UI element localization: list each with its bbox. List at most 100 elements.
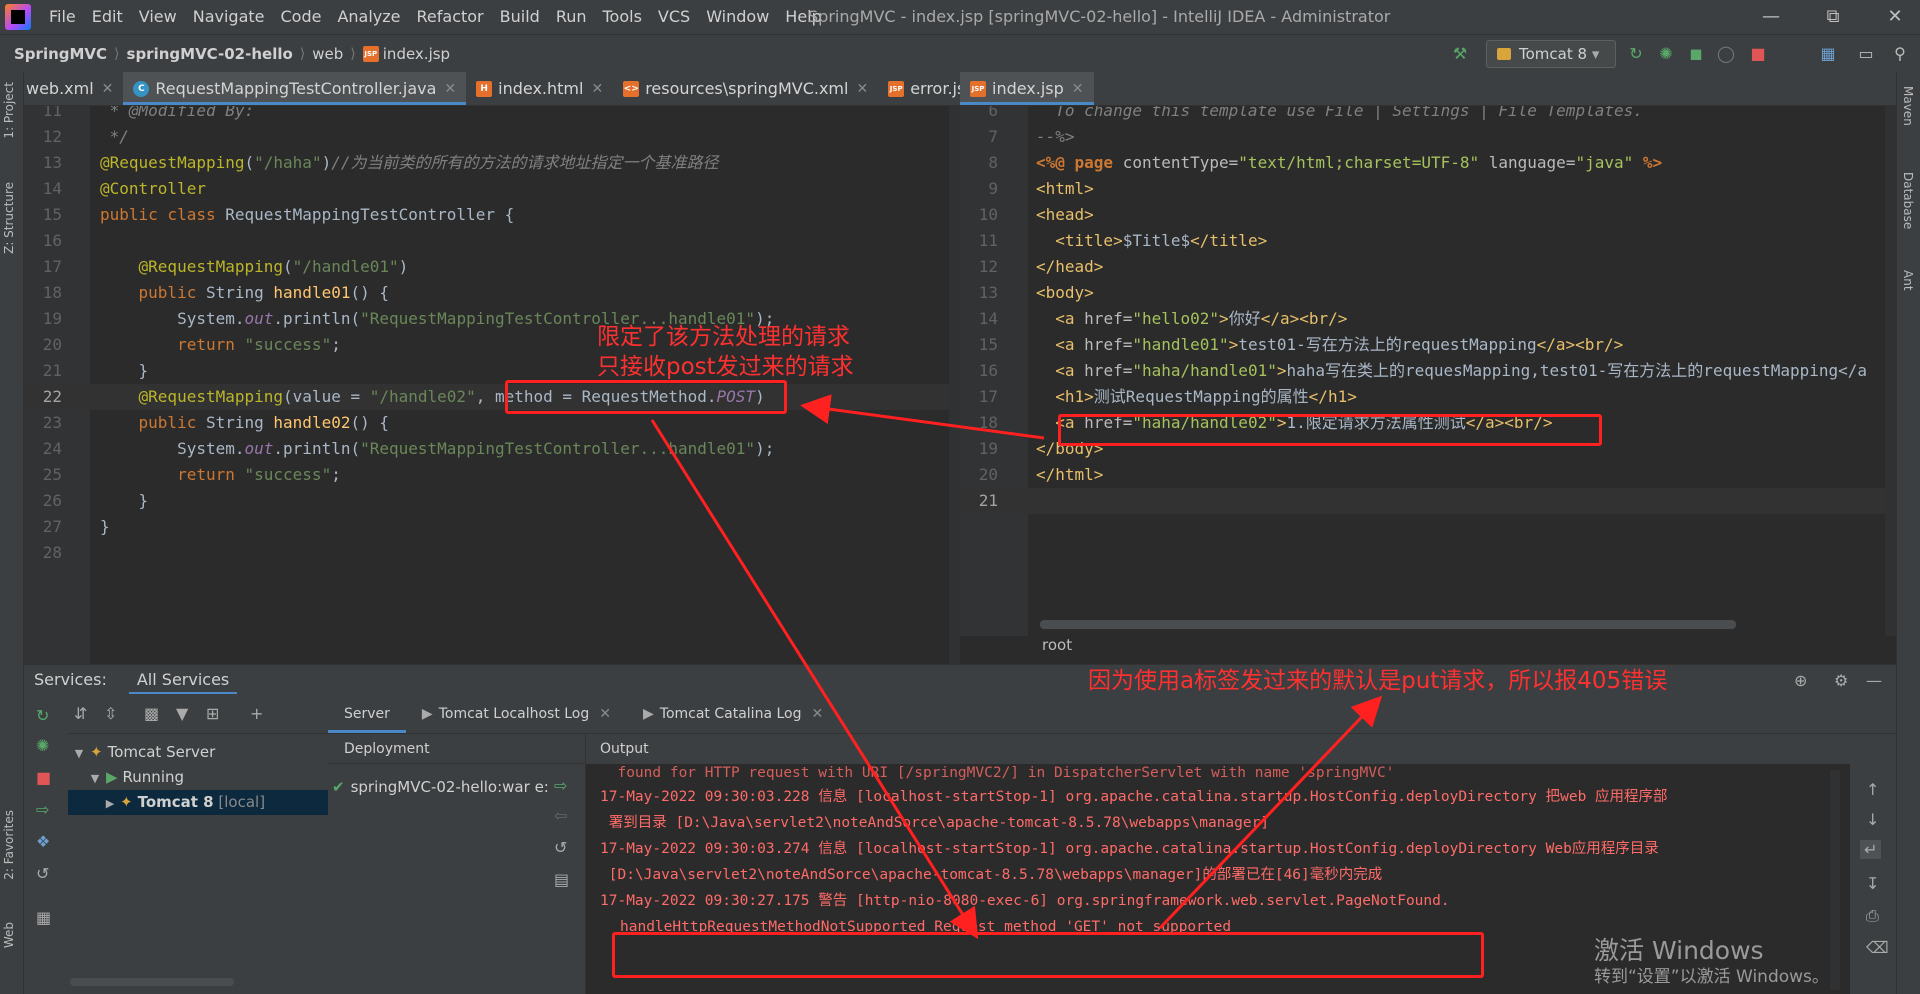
right-editor-tabs: JSP index.jsp ✕: [960, 72, 1896, 106]
menu-file[interactable]: File: [41, 0, 84, 34]
crumb-folder[interactable]: web: [312, 45, 343, 63]
tree-scrollbar[interactable]: [70, 978, 234, 986]
tree-row-tomcat-server[interactable]: ▼ ✦ Tomcat Server: [68, 740, 216, 766]
deploy-icon[interactable]: ⇨: [554, 776, 567, 795]
soft-wrap-icon[interactable]: ↵: [1860, 840, 1882, 859]
deploy-icon[interactable]: ⇨: [36, 800, 49, 819]
menu-run[interactable]: Run: [548, 0, 595, 34]
xml-file-icon: <>: [623, 80, 640, 97]
menu-tools[interactable]: Tools: [595, 0, 650, 34]
tree-row-tomcat8[interactable]: ▶ ✦ Tomcat 8 [local]: [68, 790, 328, 815]
menu-view[interactable]: View: [131, 0, 185, 34]
tab-web-xml[interactable]: web.xml ✕: [24, 72, 123, 105]
tool-tab-database[interactable]: Database: [1901, 172, 1915, 229]
close-icon[interactable]: ✕: [1072, 81, 1084, 97]
menu-navigate[interactable]: Navigate: [185, 0, 273, 34]
close-icon[interactable]: ✕: [599, 706, 611, 722]
tool-tab-structure[interactable]: Z: Structure: [2, 182, 16, 254]
menu-code[interactable]: Code: [273, 0, 330, 34]
hammer-build-icon[interactable]: ⚒: [1450, 44, 1470, 64]
tool-tab-project[interactable]: 1: Project: [2, 82, 16, 139]
tab-all-services[interactable]: All Services: [128, 665, 238, 695]
stop-icon[interactable]: ■: [1748, 44, 1768, 64]
java-scrollbar[interactable]: [949, 106, 960, 664]
tab-server[interactable]: Server: [328, 694, 406, 733]
filter-icon[interactable]: ▼: [176, 704, 188, 723]
java-class-icon: C: [133, 80, 150, 97]
add-icon[interactable]: +: [250, 704, 263, 723]
close-window-button[interactable]: ✕: [1872, 0, 1918, 34]
close-icon[interactable]: ✕: [444, 81, 456, 97]
expand-all-icon[interactable]: ⇵: [74, 704, 87, 723]
group-icon[interactable]: ▩: [144, 704, 159, 723]
expand-arrow-icon[interactable]: ▼: [84, 766, 106, 791]
close-icon[interactable]: ✕: [856, 81, 868, 97]
globe-icon[interactable]: ⊕: [1794, 671, 1807, 690]
gear-icon[interactable]: ⚙: [1834, 671, 1848, 690]
menu-build[interactable]: Build: [492, 0, 548, 34]
menu-edit[interactable]: Edit: [84, 0, 131, 34]
crumb-project[interactable]: SpringMVC: [14, 45, 107, 63]
output-scrollbar[interactable]: [1830, 770, 1840, 990]
java-editor[interactable]: 11 * @Modified By: 12 */ 13 @RequestMappi…: [24, 106, 960, 664]
new-service-icon[interactable]: ⊞: [206, 704, 219, 723]
search-icon[interactable]: ⚲: [1890, 44, 1910, 64]
tool-tab-ant[interactable]: Ant: [1901, 270, 1915, 291]
close-icon[interactable]: ✕: [591, 81, 603, 97]
scroll-to-end-icon[interactable]: ↧: [1866, 874, 1879, 893]
debug-bug-icon[interactable]: ✺: [36, 736, 49, 755]
jsp-horizontal-scrollbar[interactable]: [1040, 620, 1736, 629]
run-configuration-select[interactable]: Tomcat 8 ▾: [1486, 40, 1616, 68]
services-title: Services:: [34, 670, 107, 689]
menu-vcs[interactable]: VCS: [650, 0, 698, 34]
minimize-panel-icon[interactable]: —: [1866, 671, 1882, 690]
jsp-breadcrumb[interactable]: root: [1042, 636, 1072, 654]
update-icon[interactable]: ▤: [554, 870, 569, 889]
project-structure-icon[interactable]: ▦: [1818, 44, 1838, 64]
rerun-icon[interactable]: ↻: [36, 706, 49, 725]
window-title: SpringMVC - index.jsp [springMVC-02-hell…: [808, 7, 1391, 26]
debug-bug-icon[interactable]: ✺: [1656, 44, 1676, 64]
tab-tomcat-localhost-log[interactable]: ▶ Tomcat Localhost Log ✕: [406, 694, 627, 733]
menu-analyze[interactable]: Analyze: [329, 0, 408, 34]
restore-button[interactable]: ⧉: [1810, 0, 1856, 34]
tab-index-jsp[interactable]: JSP index.jsp ✕: [960, 72, 1094, 105]
tool-tab-favorites[interactable]: 2: Favorites: [2, 810, 16, 880]
log-line: 17-May-2022 09:30:03.228 信息 [localhost-s…: [600, 789, 1668, 805]
expand-arrow-icon[interactable]: ▼: [68, 741, 90, 766]
layout-icon[interactable]: ▦: [36, 908, 51, 927]
menu-refactor[interactable]: Refactor: [409, 0, 492, 34]
close-icon[interactable]: ✕: [811, 706, 823, 722]
profile-icon[interactable]: ◯: [1716, 44, 1736, 64]
stop-icon[interactable]: ■: [36, 768, 51, 787]
refresh-icon[interactable]: ↺: [36, 864, 49, 883]
tool-tab-web[interactable]: Web: [2, 922, 16, 948]
jsp-editor[interactable]: 6 To change this template use File | Set…: [960, 106, 1896, 636]
crumb-file[interactable]: index.jsp: [383, 45, 450, 63]
layout-icon[interactable]: ▭: [1856, 44, 1876, 64]
collapse-arrow-icon[interactable]: ▶: [100, 791, 120, 816]
rerun-icon[interactable]: ↻: [1626, 44, 1646, 64]
menu-window[interactable]: Window: [698, 0, 777, 34]
trash-icon[interactable]: ⌫: [1866, 938, 1889, 957]
artifact-icon[interactable]: ❖: [36, 832, 50, 851]
arrow-down-icon[interactable]: ↓: [1866, 810, 1879, 829]
undeploy-icon[interactable]: ⇦: [554, 806, 567, 825]
refresh-icon[interactable]: ↺: [554, 838, 567, 857]
close-icon[interactable]: ✕: [102, 81, 114, 97]
tab-index-html[interactable]: Hindex.html ✕: [466, 72, 613, 105]
jsp-scrollbar[interactable]: [1885, 106, 1896, 636]
collapse-all-icon[interactable]: ⇳: [104, 704, 117, 723]
tab-tomcat-catalina-log[interactable]: ▶ Tomcat Catalina Log ✕: [627, 694, 839, 733]
print-icon[interactable]: ⎙: [1866, 906, 1879, 926]
deployment-item[interactable]: ✔ springMVC-02-hello:war e:: [332, 778, 549, 796]
crumb-module[interactable]: springMVC-02-hello: [127, 45, 293, 63]
tab-request-mapping-controller[interactable]: C RequestMappingTestController.java ✕: [123, 72, 467, 105]
coverage-icon[interactable]: ◼: [1686, 44, 1706, 64]
tool-tab-maven[interactable]: Maven: [1901, 86, 1915, 126]
jsp-file-icon: JSP: [362, 45, 379, 62]
minimize-button[interactable]: —: [1748, 0, 1794, 34]
tree-row-running[interactable]: ▼ ▶ Running: [84, 765, 184, 790]
tab-springmvc-xml[interactable]: <> resources\springMVC.xml ✕: [613, 72, 878, 105]
arrow-up-icon[interactable]: ↑: [1866, 780, 1879, 799]
